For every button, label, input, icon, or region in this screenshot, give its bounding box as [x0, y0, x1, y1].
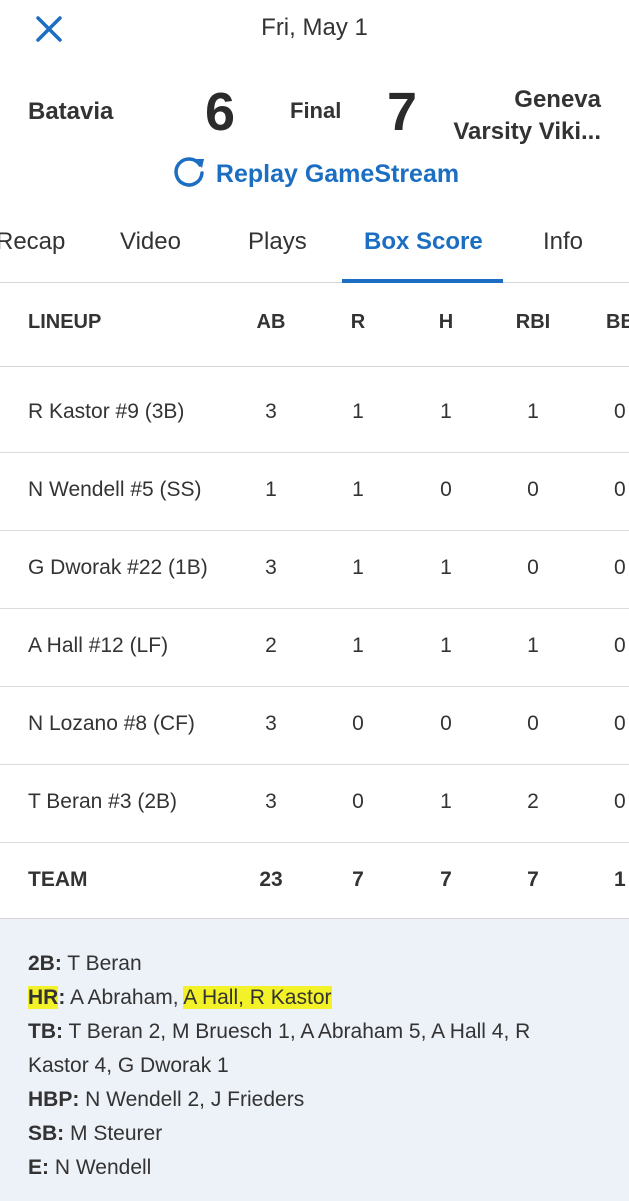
- player-name: R Kastor #9 (3B): [28, 400, 185, 423]
- stat-rbi: 1: [527, 634, 539, 657]
- game-date: Fri, May 1: [261, 14, 368, 41]
- column-header-bb: BB: [606, 311, 629, 333]
- stat-h: 0: [440, 712, 452, 735]
- player-name: T Beran #3 (2B): [28, 790, 178, 813]
- column-header-r: R: [350, 311, 366, 333]
- team-label: TEAM: [28, 868, 88, 891]
- note-hit-by-pitch: HBP: N Wendell 2, J Frieders: [28, 1083, 304, 1117]
- player-name: G Dworak #22 (1B): [28, 556, 208, 579]
- player-name: A Hall #12 (LF): [28, 634, 169, 657]
- replay-gamestream-row: Replay GameStream: [0, 153, 629, 193]
- game-notes: 2B: T Beran HR: A Abraham, A Hall, R Kas…: [0, 918, 629, 1201]
- column-header-rbi: RBI: [515, 311, 551, 333]
- note-errors: E: N Wendell: [28, 1151, 151, 1185]
- table-row[interactable]: T Beran #3 (2B) 3 0 1 2 0: [0, 764, 629, 843]
- stat-bb: 0: [614, 712, 626, 735]
- note-total-bases-value: T Beran 2, M Bruesch 1, A Abraham 5, A H…: [63, 1020, 531, 1043]
- away-team-name-line2: Varsity Viki...: [453, 118, 601, 145]
- stat-bb: 0: [614, 790, 626, 813]
- stat-bb: 0: [614, 400, 626, 423]
- note-total-bases: TB: T Beran 2, M Bruesch 1, A Abraham 5,…: [28, 1015, 530, 1049]
- note-home-runs-label: HR: [28, 986, 59, 1009]
- top-bar: Fri, May 1: [0, 0, 629, 60]
- tab-box-score[interactable]: Box Score: [364, 228, 483, 256]
- stat-bb: 0: [614, 556, 626, 579]
- replay-gamestream-label: Replay GameStream: [215, 160, 460, 188]
- note-home-runs: HR: A Abraham, A Hall, R Kastor: [28, 981, 332, 1015]
- home-team-name: Batavia: [28, 98, 114, 125]
- stat-rbi: 0: [527, 712, 539, 735]
- note-doubles: 2B: T Beran: [28, 947, 142, 981]
- note-hbp-value: N Wendell 2, J Frieders: [79, 1088, 305, 1111]
- stat-rbi: 1: [527, 400, 539, 423]
- table-row[interactable]: G Dworak #22 (1B) 3 1 1 0 0: [0, 530, 629, 609]
- replay-gamestream-button[interactable]: Replay GameStream: [170, 153, 459, 196]
- stat-bb: 0: [614, 478, 626, 501]
- table-row[interactable]: R Kastor #9 (3B) 3 1 1 1 0: [0, 374, 629, 453]
- note-total-bases-value-cont: Kastor 4, G Dworak 1: [28, 1054, 229, 1077]
- team-h: 7: [440, 868, 452, 891]
- stat-rbi: 2: [527, 790, 539, 813]
- team-bb: 1: [614, 868, 626, 891]
- team-rbi: 7: [527, 868, 539, 891]
- stat-h: 1: [440, 556, 452, 579]
- note-errors-label: E:: [28, 1156, 49, 1179]
- active-tab-indicator: [342, 279, 503, 283]
- stat-ab: 3: [265, 790, 277, 813]
- note-errors-value: N Wendell: [49, 1156, 152, 1179]
- stat-h: 1: [440, 400, 452, 423]
- note-home-runs-value: A Abraham,: [65, 986, 184, 1009]
- game-status: Final: [290, 98, 342, 123]
- table-header: LINEUP AB R H RBI BB: [0, 284, 629, 367]
- note-total-bases-cont: Kastor 4, G Dworak 1: [28, 1049, 229, 1083]
- note-home-runs-highlighted: A Hall, R Kastor: [183, 986, 332, 1009]
- tab-recap[interactable]: Recap: [0, 228, 65, 256]
- stat-r: 1: [352, 556, 364, 579]
- note-doubles-value: T Beran: [61, 952, 142, 975]
- tab-bar: Recap Video Plays Box Score Info: [0, 210, 629, 283]
- stat-r: 0: [352, 790, 364, 813]
- note-total-bases-label: TB:: [28, 1020, 63, 1043]
- column-header-lineup: LINEUP: [28, 311, 102, 333]
- stat-ab: 1: [265, 478, 277, 501]
- stat-bb: 0: [614, 634, 626, 657]
- stat-h: 1: [440, 634, 452, 657]
- away-team-score: 7: [387, 82, 418, 142]
- away-team-name-line1: Geneva: [514, 86, 601, 113]
- note-doubles-label: 2B:: [28, 952, 62, 975]
- home-team-score: 6: [205, 82, 236, 142]
- note-hbp-label: HBP:: [28, 1088, 80, 1111]
- stat-rbi: 0: [527, 556, 539, 579]
- tab-plays[interactable]: Plays: [248, 228, 307, 256]
- stat-rbi: 0: [527, 478, 539, 501]
- stat-r: 1: [352, 478, 364, 501]
- replay-icon: [170, 153, 208, 196]
- column-header-ab: AB: [256, 311, 286, 333]
- player-name: N Wendell #5 (SS): [28, 478, 202, 501]
- team-totals-row: TEAM 23 7 7 7 1: [0, 842, 629, 920]
- stat-ab: 3: [265, 712, 277, 735]
- note-sb-value: M Steurer: [64, 1122, 163, 1145]
- tab-info[interactable]: Info: [543, 228, 583, 256]
- team-r: 7: [352, 868, 364, 891]
- stat-r: 0: [352, 712, 364, 735]
- stat-h: 1: [440, 790, 452, 813]
- stat-ab: 3: [265, 556, 277, 579]
- table-row[interactable]: N Lozano #8 (CF) 3 0 0 0 0: [0, 686, 629, 765]
- tab-video[interactable]: Video: [120, 228, 181, 256]
- away-team-name: Geneva Varsity Viki...: [453, 84, 601, 148]
- stat-ab: 3: [265, 400, 277, 423]
- scoreboard: Batavia 6 Final 7 Geneva Varsity Viki...: [0, 80, 629, 150]
- note-stolen-bases: SB: M Steurer: [28, 1117, 162, 1151]
- table-row[interactable]: N Wendell #5 (SS) 1 1 0 0 0: [0, 452, 629, 531]
- stat-h: 0: [440, 478, 452, 501]
- stat-r: 1: [352, 400, 364, 423]
- stat-ab: 2: [265, 634, 277, 657]
- note-sb-label: SB:: [28, 1122, 65, 1145]
- stat-r: 1: [352, 634, 364, 657]
- player-name: N Lozano #8 (CF): [28, 712, 195, 735]
- team-ab: 23: [259, 868, 283, 891]
- column-header-h: H: [438, 311, 454, 333]
- table-row[interactable]: A Hall #12 (LF) 2 1 1 1 0: [0, 608, 629, 687]
